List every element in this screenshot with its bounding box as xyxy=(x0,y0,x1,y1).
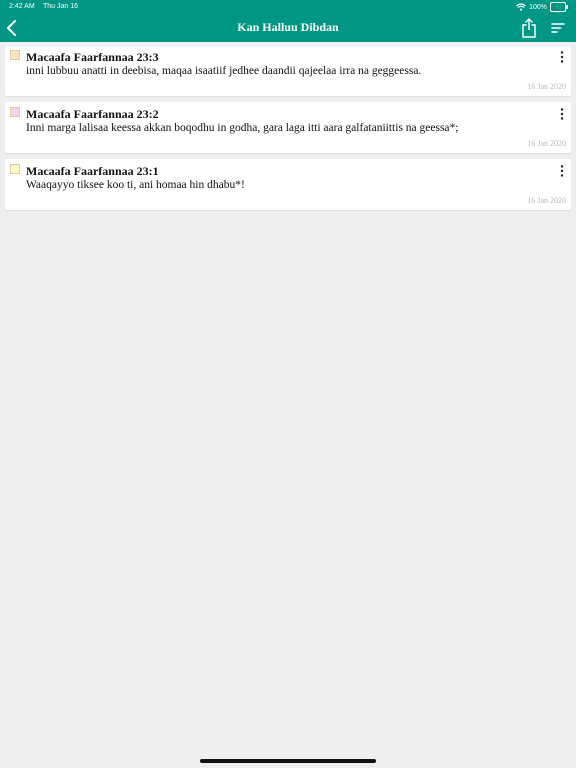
highlight-reference: Macaafa Faarfannaa 23:1 xyxy=(26,164,159,178)
more-options-icon[interactable] xyxy=(558,165,566,177)
highlight-verse-text: inni lubbuu anatti in deebisa, maqaa isa… xyxy=(26,65,422,77)
status-bar: 2:42 AM Thu Jan 16 100% xyxy=(0,0,576,14)
status-time: 2:42 AM xyxy=(9,3,35,10)
page-title: Kan Halluu Dibdan xyxy=(237,20,339,34)
highlight-card[interactable]: Macaafa Faarfannaa 23:2 Inni marga lalis… xyxy=(5,102,571,153)
highlight-card[interactable]: Macaafa Faarfannaa 23:3 inni lubbuu anat… xyxy=(5,45,571,96)
status-right: 100% xyxy=(516,2,568,12)
highlight-color-swatch xyxy=(10,107,20,117)
highlight-list: Macaafa Faarfannaa 23:3 inni lubbuu anat… xyxy=(5,45,571,216)
app-header: 2:42 AM Thu Jan 16 100% Kan Halluu Dibda… xyxy=(0,0,576,42)
share-icon[interactable] xyxy=(521,18,537,38)
battery-percent: 100% xyxy=(529,3,547,11)
highlight-reference: Macaafa Faarfannaa 23:2 xyxy=(26,107,159,121)
highlight-date: 16 Jan 2020 xyxy=(527,196,566,205)
more-options-icon[interactable] xyxy=(558,51,566,63)
highlight-card[interactable]: Macaafa Faarfannaa 23:1 Waaqayyo tiksee … xyxy=(5,159,571,210)
highlight-color-swatch xyxy=(10,164,20,174)
more-options-icon[interactable] xyxy=(558,108,566,120)
highlight-reference: Macaafa Faarfannaa 23:3 xyxy=(26,50,159,64)
highlight-date: 16 Jan 2020 xyxy=(527,139,566,148)
highlight-color-swatch xyxy=(10,50,20,60)
sort-icon[interactable] xyxy=(550,21,566,35)
status-date: Thu Jan 16 xyxy=(43,3,79,10)
home-indicator[interactable] xyxy=(200,759,376,763)
highlight-verse-text: Inni marga lalisaa keessa akkan boqodhu … xyxy=(26,122,459,134)
wifi-icon xyxy=(516,3,526,11)
highlight-verse-text: Waaqayyo tiksee koo ti, ani homaa hin dh… xyxy=(26,179,245,191)
nav-bar: Kan Halluu Dibdan xyxy=(0,14,576,42)
battery-icon xyxy=(550,2,568,12)
highlight-date: 16 Jan 2020 xyxy=(527,82,566,91)
